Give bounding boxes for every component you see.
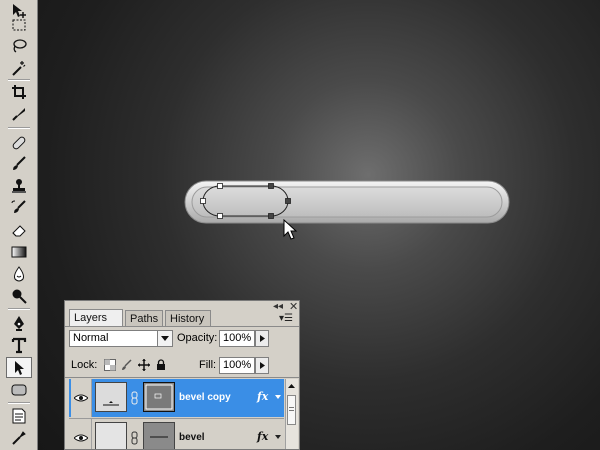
fill-label: Fill: [199, 359, 217, 371]
chevron-down-icon [157, 331, 172, 346]
eye-icon [74, 394, 88, 402]
tab-history[interactable]: History [165, 310, 211, 326]
fill-input[interactable]: 100% [219, 357, 255, 374]
history-brush-tool-icon [11, 199, 26, 213]
link-chain-icon [131, 431, 138, 445]
panel-close-icon[interactable]: ✕ [289, 302, 298, 313]
effects-expand-icon[interactable] [275, 395, 281, 399]
visibility-toggle[interactable] [71, 419, 92, 449]
tools-panel [0, 0, 38, 450]
vector-mask-thumbnail [143, 382, 175, 412]
blend-mode-value: Normal [73, 332, 109, 344]
brush-tool-icon [13, 155, 26, 170]
tool-slice[interactable] [6, 103, 32, 124]
arrow-right-icon [259, 362, 265, 369]
slice-tool-icon [12, 107, 25, 121]
shape-tool-icon [11, 384, 27, 395]
tool-gradient[interactable] [6, 241, 32, 262]
fx-icon[interactable]: fx [257, 430, 268, 443]
tab-paths[interactable]: Paths [125, 310, 163, 326]
tab-paths-label: Paths [130, 313, 159, 325]
pen-tool-icon [14, 315, 24, 331]
lock-label: Lock: [71, 359, 98, 371]
effects-expand-icon[interactable] [275, 435, 281, 439]
dodge-tool-icon [12, 289, 27, 304]
layers-scrollbar[interactable] [285, 379, 298, 449]
eye-icon [74, 434, 88, 442]
blur-tool-icon [14, 265, 24, 281]
layer-row-bevel-copy[interactable]: bevel copy fx [69, 379, 284, 417]
tab-layers-label: Layers [74, 312, 108, 324]
opacity-label: Opacity: [177, 332, 218, 344]
tool-marquee[interactable] [6, 14, 32, 35]
tool-path-selection[interactable] [6, 357, 32, 378]
layer-thumbnail [95, 382, 127, 412]
link-chain-icon [131, 391, 138, 405]
tool-blur[interactable] [6, 263, 32, 284]
fill-value: 100% [223, 359, 252, 371]
tool-notes[interactable] [6, 405, 32, 426]
tool-type[interactable] [6, 334, 32, 355]
tool-eraser[interactable] [6, 219, 32, 240]
layer-name: bevel copy [179, 392, 231, 403]
vector-mask-thumbnail [143, 422, 175, 449]
magic-wand-tool-icon [12, 60, 26, 76]
clone-stamp-tool-icon [12, 178, 26, 193]
lock-all-icon[interactable] [154, 358, 168, 372]
tool-lasso[interactable] [6, 35, 32, 56]
panel-collapse-icon[interactable]: ◂◂ [273, 302, 283, 312]
tool-magic-wand[interactable] [6, 57, 32, 78]
panel-menu-icon[interactable]: ▾☰ [279, 313, 293, 324]
fx-icon[interactable]: fx [257, 390, 268, 403]
tool-crop[interactable] [6, 81, 32, 102]
layers-panel: ◂◂ ✕ Layers × Paths History ▾☰ Normal Op… [64, 300, 300, 450]
tool-pen[interactable] [6, 312, 32, 333]
layer-row-bevel[interactable]: bevel fx [69, 419, 284, 449]
visibility-toggle[interactable] [71, 379, 92, 417]
gradient-tool-icon [11, 246, 27, 257]
layer-thumbnail [95, 422, 127, 449]
path-selection-tool-icon [15, 360, 24, 375]
scroll-up-icon[interactable] [286, 381, 297, 391]
opacity-input[interactable]: 100% [219, 330, 255, 347]
lasso-tool-icon [13, 38, 27, 53]
arrow-right-icon [259, 335, 265, 342]
fill-slider-button[interactable] [255, 357, 269, 374]
marquee-tool-icon [12, 19, 26, 30]
notes-tool-icon [12, 408, 26, 423]
tool-history-brush[interactable] [6, 197, 32, 218]
scrollbar-thumb[interactable] [287, 395, 296, 425]
opacity-slider-button[interactable] [255, 330, 269, 347]
tab-layers[interactable]: Layers × [69, 309, 123, 340]
crop-tool-icon [12, 84, 26, 99]
opacity-value: 100% [223, 332, 252, 344]
blend-mode-select[interactable]: Normal [69, 330, 173, 347]
layer-name: bevel [179, 432, 205, 443]
eraser-tool-icon [12, 224, 26, 236]
tool-healing-brush[interactable] [6, 132, 32, 153]
eyedropper-tool-icon [12, 430, 26, 445]
lock-image-pixels-icon[interactable] [120, 358, 134, 372]
tool-brush[interactable] [6, 153, 32, 174]
lock-transparent-icon[interactable] [103, 358, 117, 372]
type-tool-icon [11, 337, 27, 353]
tab-history-label: History [170, 313, 205, 325]
tool-eyedropper[interactable] [6, 427, 32, 448]
tool-dodge[interactable] [6, 285, 32, 306]
healing-brush-tool-icon [12, 136, 26, 149]
bevel-bar [184, 180, 510, 224]
tool-shape[interactable] [6, 379, 32, 400]
tool-clone-stamp[interactable] [6, 175, 32, 196]
lock-position-icon[interactable] [137, 358, 151, 372]
